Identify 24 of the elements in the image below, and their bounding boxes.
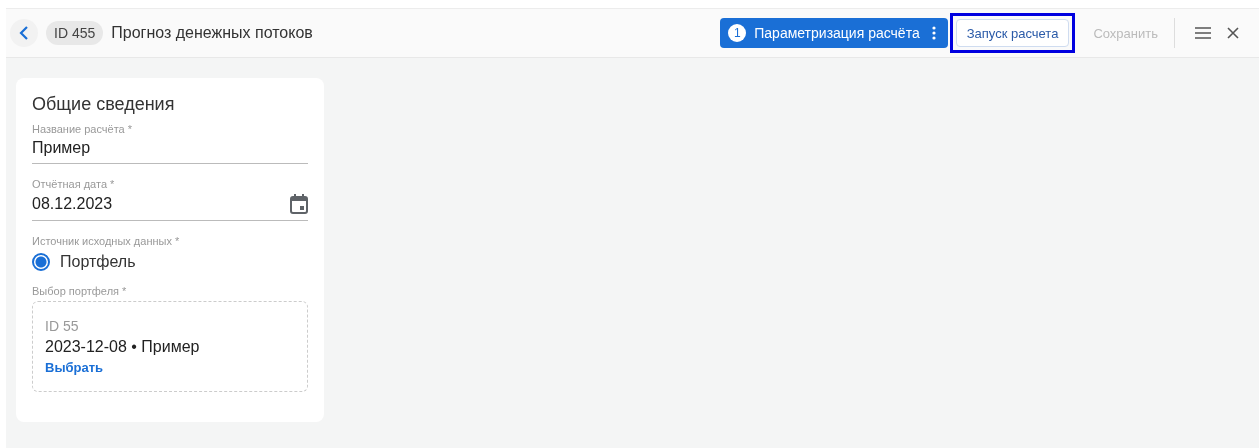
radio-button[interactable] xyxy=(32,253,50,271)
page-title: Прогноз денежных потоков xyxy=(111,24,313,42)
text-field[interactable]: Пример xyxy=(32,139,308,164)
card-title: Общие сведения xyxy=(32,94,176,115)
date-field[interactable]: 08.12.2023 xyxy=(32,194,308,221)
step-label: Параметризация расчёта xyxy=(754,25,920,41)
id-badge: ID 455 xyxy=(46,21,104,45)
step-chip[interactable]: 1 Параметризация расчёта xyxy=(720,18,948,48)
field-label: Источник исходных данных * xyxy=(32,235,181,247)
field-label: Отчётная дата * xyxy=(32,178,116,190)
back-icon[interactable] xyxy=(19,26,29,40)
field-label: Выбор портфеля * xyxy=(32,285,128,297)
step-number: 1 xyxy=(728,24,747,42)
radio-label[interactable]: Портфель xyxy=(60,253,136,271)
launch-button[interactable]: Запуск расчета xyxy=(955,19,1070,47)
menu-icon[interactable] xyxy=(1195,27,1211,39)
close-icon[interactable] xyxy=(1227,27,1239,39)
portfolio-id: ID 55 xyxy=(45,318,79,334)
select-link[interactable]: Выбрать xyxy=(45,360,104,375)
more-icon[interactable] xyxy=(931,26,936,40)
portfolio-name: 2023-12-08 • Пример xyxy=(45,338,200,356)
back-button[interactable] xyxy=(10,19,38,47)
field-label: Название расчёта * xyxy=(32,123,134,135)
calendar-icon[interactable] xyxy=(290,194,308,214)
